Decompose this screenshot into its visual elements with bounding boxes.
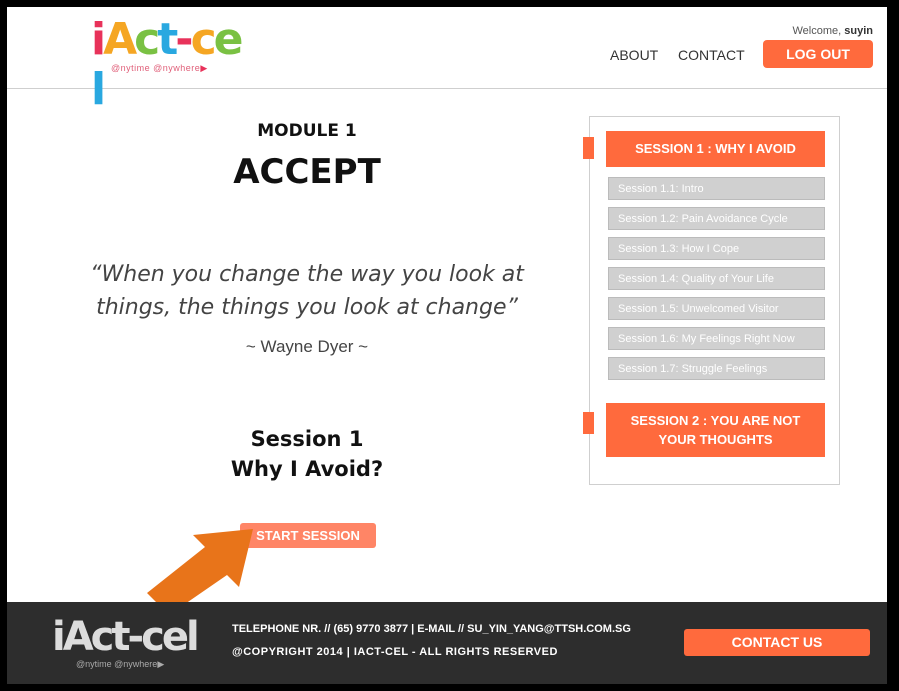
logo-tagline: @nytime @nywhere▶ bbox=[111, 63, 208, 73]
play-icon: ▶ bbox=[200, 63, 208, 73]
logout-button[interactable]: LOG OUT bbox=[763, 40, 873, 68]
module-title: ACCEPT bbox=[233, 152, 381, 192]
footer-logo-wordmark: iAct-cel bbox=[52, 614, 200, 660]
site-logo[interactable]: iAct-cel @nytime @nywhere▶ bbox=[91, 15, 243, 115]
footer-contact-info: TELEPHONE NR. // (65) 9770 3877 | E-MAIL… bbox=[232, 623, 631, 635]
session-item-1-1[interactable]: Session 1.1: Intro bbox=[608, 177, 825, 200]
footer-logo-tagline: @nytime @nywhere▶ bbox=[76, 659, 165, 669]
quote-text: “When you change the way you look at thi… bbox=[90, 262, 524, 320]
annotation-arrow-icon bbox=[147, 529, 253, 615]
session-item-1-2[interactable]: Session 1.2: Pain Avoidance Cycle bbox=[608, 207, 825, 230]
session-item-1-5[interactable]: Session 1.5: Unwelcomed Visitor bbox=[608, 297, 825, 320]
quote-author: ~ Wayne Dyer ~ bbox=[245, 337, 369, 356]
nav-about-link[interactable]: ABOUT bbox=[610, 47, 658, 63]
session-panel: SESSION 1 : WHY I AVOID Session 1.1: Int… bbox=[583, 116, 840, 485]
site-footer: iAct-cel @nytime @nywhere▶ TELEPHONE NR.… bbox=[7, 602, 887, 684]
session-item-1-4[interactable]: Session 1.4: Quality of Your Life bbox=[608, 267, 825, 290]
session-item-1-6[interactable]: Session 1.6: My Feelings Right Now bbox=[608, 327, 825, 350]
nav-contact-link[interactable]: CONTACT bbox=[678, 47, 745, 63]
session1-header[interactable]: SESSION 1 : WHY I AVOID bbox=[606, 131, 825, 167]
app-window: iAct-cel @nytime @nywhere▶ Welcome, suyi… bbox=[7, 7, 887, 684]
play-icon: ▶ bbox=[157, 659, 165, 669]
session1-marker bbox=[583, 137, 594, 159]
session-item-1-7[interactable]: Session 1.7: Struggle Feelings bbox=[608, 357, 825, 380]
footer-logo: iAct-cel @nytime @nywhere▶ bbox=[52, 614, 202, 678]
session-title: Session 1 Why I Avoid? bbox=[230, 427, 384, 481]
module-label: MODULE 1 bbox=[257, 121, 357, 141]
session2-header[interactable]: SESSION 2 : YOU ARE NOT YOUR THOUGHTS bbox=[606, 403, 825, 457]
session-item-1-3[interactable]: Session 1.3: How I Cope bbox=[608, 237, 825, 260]
footer-copyright: @COPYRIGHT 2014 | IACT-CEL - ALL RIGHTS … bbox=[232, 646, 558, 658]
contact-us-button[interactable]: CONTACT US bbox=[684, 629, 870, 656]
username: suyin bbox=[844, 25, 873, 37]
welcome-message: Welcome, suyin bbox=[792, 25, 874, 37]
session2-marker bbox=[583, 412, 594, 434]
site-header: iAct-cel @nytime @nywhere▶ Welcome, suyi… bbox=[7, 7, 887, 115]
